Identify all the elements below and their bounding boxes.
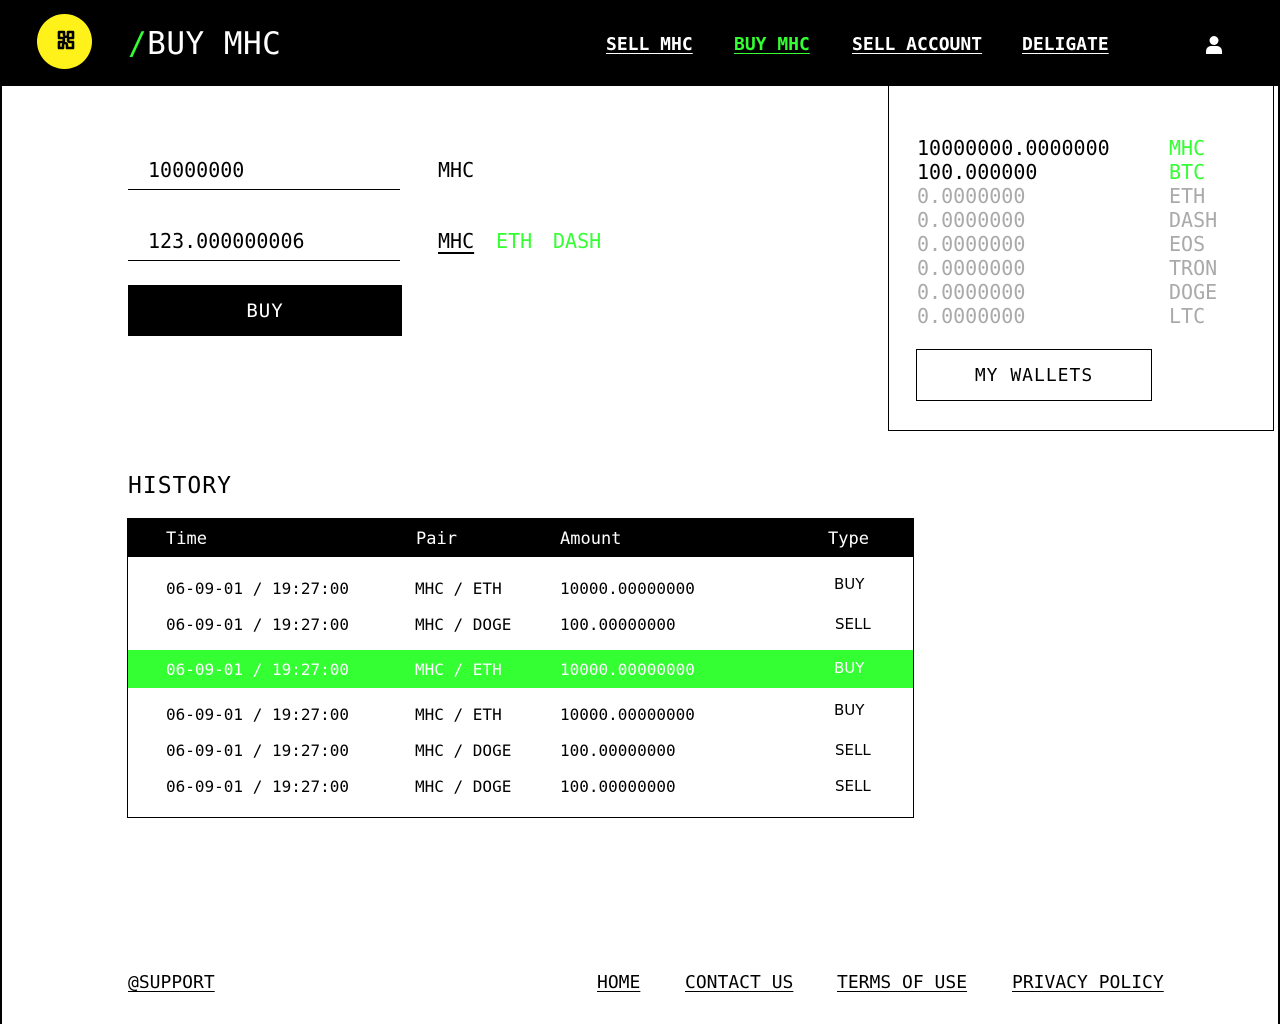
- top-bar: /BUY MHC SELL MHC BUY MHC SELL ACCOUNT D…: [0, 0, 1280, 86]
- cell-time: 06-09-01 / 19:27:00: [166, 615, 350, 634]
- buy-button[interactable]: BUY: [128, 285, 402, 336]
- table-header: Time Pair Amount Type: [128, 519, 913, 557]
- balance-code: LTC: [1169, 304, 1206, 328]
- cell-type: BUY: [834, 701, 865, 719]
- footer-contact-link[interactable]: CONTACT US: [685, 972, 793, 993]
- column-header-amount: Amount: [560, 529, 622, 549]
- balance-code: TRON: [1169, 256, 1218, 280]
- balance-value: 0.0000000: [917, 280, 1026, 304]
- balance-value: 100.000000: [917, 160, 1038, 184]
- cell-pair: MHC / DOGE: [415, 777, 512, 796]
- balance-row-mhc: 10000000.0000000 MHC: [917, 136, 1257, 160]
- cell-amount: 10000.00000000: [560, 705, 695, 724]
- balance-value: 0.0000000: [917, 256, 1026, 280]
- cell-amount: 100.00000000: [560, 741, 676, 760]
- balance-row-eos: 0.0000000 EOS: [917, 232, 1257, 256]
- amount-unit-label: MHC: [438, 158, 475, 182]
- currency-option-dash[interactable]: DASH: [553, 229, 601, 253]
- table-row[interactable]: 06-09-01 / 19:27:00 MHC / DOGE 100.00000…: [128, 767, 913, 805]
- pay-amount-input[interactable]: [128, 221, 400, 261]
- cell-time: 06-09-01 / 19:27:00: [166, 579, 350, 598]
- title-slash: /: [128, 26, 148, 62]
- my-wallets-button[interactable]: MY WALLETS: [916, 349, 1152, 401]
- balance-code: DASH: [1169, 208, 1218, 232]
- column-header-pair: Pair: [416, 529, 457, 549]
- balance-code: EOS: [1169, 232, 1206, 256]
- column-header-type: Type: [828, 529, 869, 549]
- cell-amount: 100.00000000: [560, 615, 676, 634]
- balance-row-tron: 0.0000000 TRON: [917, 256, 1257, 280]
- buy-amount-input[interactable]: [128, 150, 400, 190]
- balance-row-eth: 0.0000000 ETH: [917, 184, 1257, 208]
- balance-row-doge: 0.0000000 DOGE: [917, 280, 1257, 304]
- wallet-panel: 10000000.0000000 MHC 100.000000 BTC 0.00…: [888, 86, 1274, 431]
- puzzle-icon: [57, 30, 74, 49]
- balance-value: 0.0000000: [917, 232, 1026, 256]
- balance-row-dash: 0.0000000 DASH: [917, 208, 1257, 232]
- cell-type: BUY: [834, 659, 865, 677]
- table-row-selected[interactable]: 06-09-01 / 19:27:00 MHC / ETH 10000.0000…: [128, 650, 913, 688]
- cell-amount: 10000.00000000: [560, 579, 695, 598]
- cell-pair: MHC / DOGE: [415, 741, 512, 760]
- logo[interactable]: [37, 14, 92, 69]
- balance-code: MHC: [1169, 136, 1206, 160]
- table-row[interactable]: 06-09-01 / 19:27:00 MHC / DOGE 100.00000…: [128, 731, 913, 769]
- footer-support-link[interactable]: @SUPPORT: [128, 972, 215, 993]
- balance-row-ltc: 0.0000000 LTC: [917, 304, 1257, 328]
- cell-type: BUY: [834, 575, 865, 593]
- footer-terms-link[interactable]: TERMS OF USE: [837, 972, 967, 993]
- history-table: Time Pair Amount Type 06-09-01 / 19:27:0…: [127, 518, 914, 818]
- currency-option-mhc[interactable]: MHC: [438, 229, 474, 253]
- table-row[interactable]: 06-09-01 / 19:27:00 MHC / ETH 10000.0000…: [128, 569, 913, 607]
- title-text: BUY MHC: [147, 26, 282, 62]
- balance-code: ETH: [1169, 184, 1206, 208]
- table-row[interactable]: 06-09-01 / 19:27:00 MHC / ETH 10000.0000…: [128, 695, 913, 733]
- footer-privacy-link[interactable]: PRIVACY POLICY: [1012, 972, 1164, 993]
- cell-pair: MHC / DOGE: [415, 615, 512, 634]
- page-title: /BUY MHC: [128, 26, 281, 62]
- history-heading: HISTORY: [128, 473, 232, 499]
- balance-code: DOGE: [1169, 280, 1218, 304]
- footer-home-link[interactable]: HOME: [597, 972, 640, 993]
- cell-type: SELL: [835, 615, 871, 633]
- table-row[interactable]: 06-09-01 / 19:27:00 MHC / DOGE 100.00000…: [128, 605, 913, 643]
- balance-value: 0.0000000: [917, 208, 1026, 232]
- nav-sell-account[interactable]: SELL ACCOUNT: [852, 34, 982, 55]
- cell-pair: MHC / ETH: [415, 660, 502, 679]
- nav-sell-mhc[interactable]: SELL MHC: [606, 34, 693, 55]
- cell-time: 06-09-01 / 19:27:00: [166, 660, 350, 679]
- cell-type: SELL: [835, 741, 871, 759]
- balance-value: 0.0000000: [917, 304, 1026, 328]
- cell-time: 06-09-01 / 19:27:00: [166, 741, 350, 760]
- nav-deligate[interactable]: DELIGATE: [1022, 34, 1109, 55]
- page-frame-left: [0, 86, 2, 1024]
- currency-option-eth[interactable]: ETH: [496, 229, 532, 253]
- nav-buy-mhc[interactable]: BUY MHC: [734, 34, 810, 55]
- cell-amount: 10000.00000000: [560, 660, 695, 679]
- cell-time: 06-09-01 / 19:27:00: [166, 705, 350, 724]
- cell-pair: MHC / ETH: [415, 705, 502, 724]
- cell-time: 06-09-01 / 19:27:00: [166, 777, 350, 796]
- cell-type: SELL: [835, 777, 871, 795]
- cell-pair: MHC / ETH: [415, 579, 502, 598]
- column-header-time: Time: [166, 529, 207, 549]
- balance-code: BTC: [1169, 160, 1206, 184]
- balance-value: 10000000.0000000: [917, 136, 1110, 160]
- balance-row-btc: 100.000000 BTC: [917, 160, 1257, 184]
- cell-amount: 100.00000000: [560, 777, 676, 796]
- balance-value: 0.0000000: [917, 184, 1026, 208]
- user-icon[interactable]: [1204, 35, 1224, 55]
